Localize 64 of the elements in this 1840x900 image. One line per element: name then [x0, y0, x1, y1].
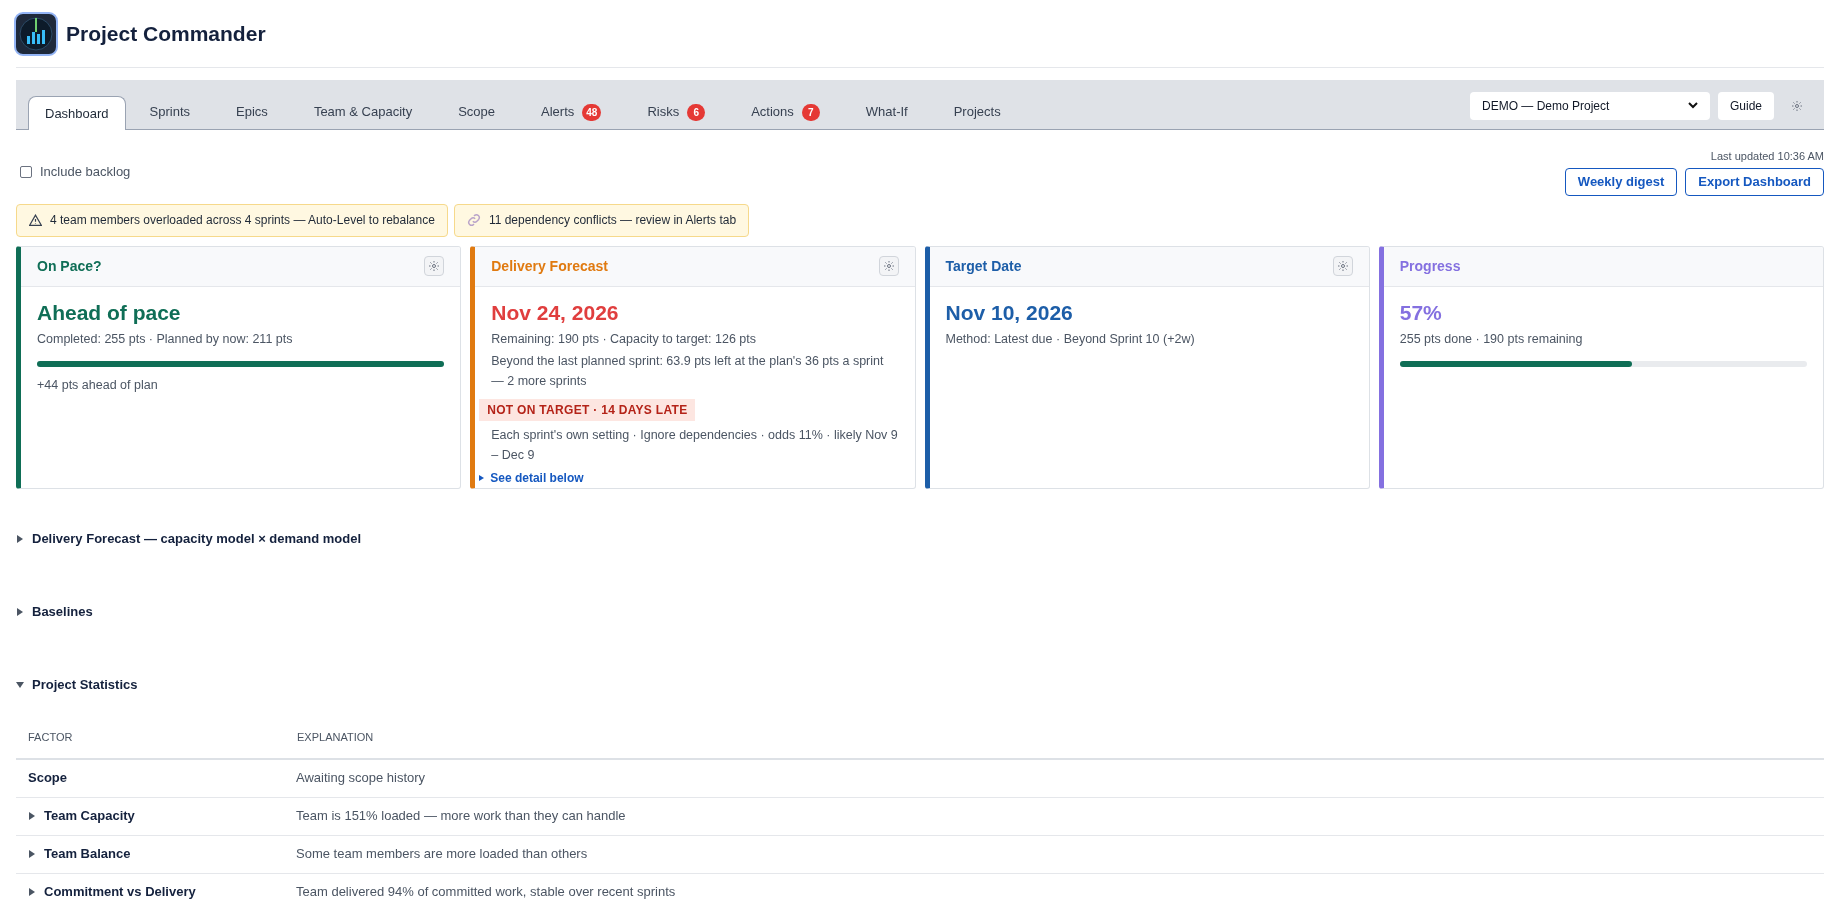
settings-icon [428, 260, 441, 272]
count-badge: 48 [582, 103, 602, 121]
link-icon [466, 213, 481, 227]
nav-tab[interactable]: Alerts 48 [519, 95, 624, 129]
app-logo [14, 11, 58, 56]
app-title: Project Commander [66, 20, 266, 47]
table-cell-text: Scope [28, 769, 67, 788]
alert-text: 4 team members overloaded across 4 sprints — Auto-Level to rebalance [50, 212, 435, 229]
table-cell[interactable]: Team Capacity [44, 806, 135, 826]
table-cell[interactable]: Commitment vs Delivery [44, 882, 196, 900]
card-headline: Nov 24, 2026 [491, 299, 620, 326]
card-headline: 57% [1399, 299, 1443, 326]
count-badge: 6 [687, 103, 706, 121]
table-cell-text: Some team members are more loaded than others [296, 845, 588, 864]
card-headline: Ahead of pace [37, 299, 182, 326]
nav-tab[interactable]: Sprints [127, 95, 213, 129]
card-title: On Pace? [37, 256, 102, 276]
nav-tab[interactable]: What-If [843, 95, 930, 129]
chevron-down-icon [1687, 102, 1698, 109]
action-button[interactable]: Export Dashboard [1685, 167, 1824, 196]
nav-tab[interactable]: Actions 7 [729, 95, 842, 129]
settings-button[interactable] [424, 256, 445, 276]
card-detail: Method: Latest due · Beyond Sprint 10 (+2w) [945, 330, 1196, 348]
detail-link[interactable]: See detail below [479, 468, 584, 487]
table-cell-text: Awaiting scope history [296, 769, 426, 788]
nav-tab[interactable]: Epics [214, 95, 290, 129]
include-backlog-checkbox[interactable]: Include backlog [20, 162, 131, 182]
card-detail: Remaining: 190 pts · Capacity to target: 126 pts [491, 330, 757, 348]
card-headline: Nov 10, 2026 [945, 299, 1074, 326]
caret-icon [479, 474, 485, 481]
card-title: Delivery Forecast [491, 256, 608, 276]
settings-icon [882, 260, 895, 272]
table-cell-text: Team is 151% loaded — more work than they can handle [296, 807, 626, 826]
settings-icon [1336, 260, 1349, 272]
card-detail: Beyond the last planned sprint: 63.9 pts left at the plan's 36 pts a sprint — 2 more sprints [491, 352, 885, 390]
table-cell-text: Team delivered 94% of committed work, stable over recent sprints [296, 883, 676, 900]
nav-tab[interactable]: Risks 6 [625, 95, 728, 129]
card-note: +44 pts ahead of plan [37, 376, 159, 394]
warning-icon [29, 214, 42, 226]
card-title: Progress [1399, 256, 1461, 276]
nav-tab[interactable]: Team & Capacity [291, 95, 435, 129]
section-toggle[interactable]: Baselines [16, 575, 93, 649]
settings-button[interactable] [1332, 256, 1353, 276]
nav-tab[interactable]: Projects [931, 95, 1023, 129]
column-header: FACTOR [27, 730, 74, 746]
nav-tab[interactable]: Scope [436, 95, 517, 129]
card-title: Target Date [945, 256, 1022, 276]
nav-tab[interactable]: Dashboard [28, 96, 126, 130]
guide-button[interactable]: Guide [1717, 91, 1774, 120]
project-select[interactable]: DEMO — Demo Project [1469, 91, 1710, 120]
card-detail: Completed: 255 pts · Planned by now: 211 pts [37, 330, 294, 348]
table-cell[interactable]: Team Balance [44, 844, 131, 864]
section-toggle[interactable]: Delivery Forecast — capacity model × demand model [16, 502, 362, 576]
last-updated-text: Last updated 10:36 AM [1710, 149, 1824, 164]
settings-icon [1791, 99, 1803, 112]
card-detail: 255 pts done · 190 pts remaining [1399, 330, 1584, 348]
column-header: EXPLANATION [296, 730, 374, 746]
count-badge: 7 [801, 103, 820, 121]
action-button[interactable]: Weekly digest [1564, 167, 1678, 196]
section-toggle[interactable]: Project Statistics [16, 648, 138, 722]
settings-button[interactable] [878, 256, 899, 276]
status-badge: NOT ON TARGET · 14 DAYS LATE [479, 398, 696, 421]
card-note: Each sprint's own setting · Ignore dependencies · odds 11% · likely Nov 9 – Dec 9 [491, 426, 899, 464]
alert-text: 11 dependency conflicts — review in Alerts tab [488, 212, 737, 229]
